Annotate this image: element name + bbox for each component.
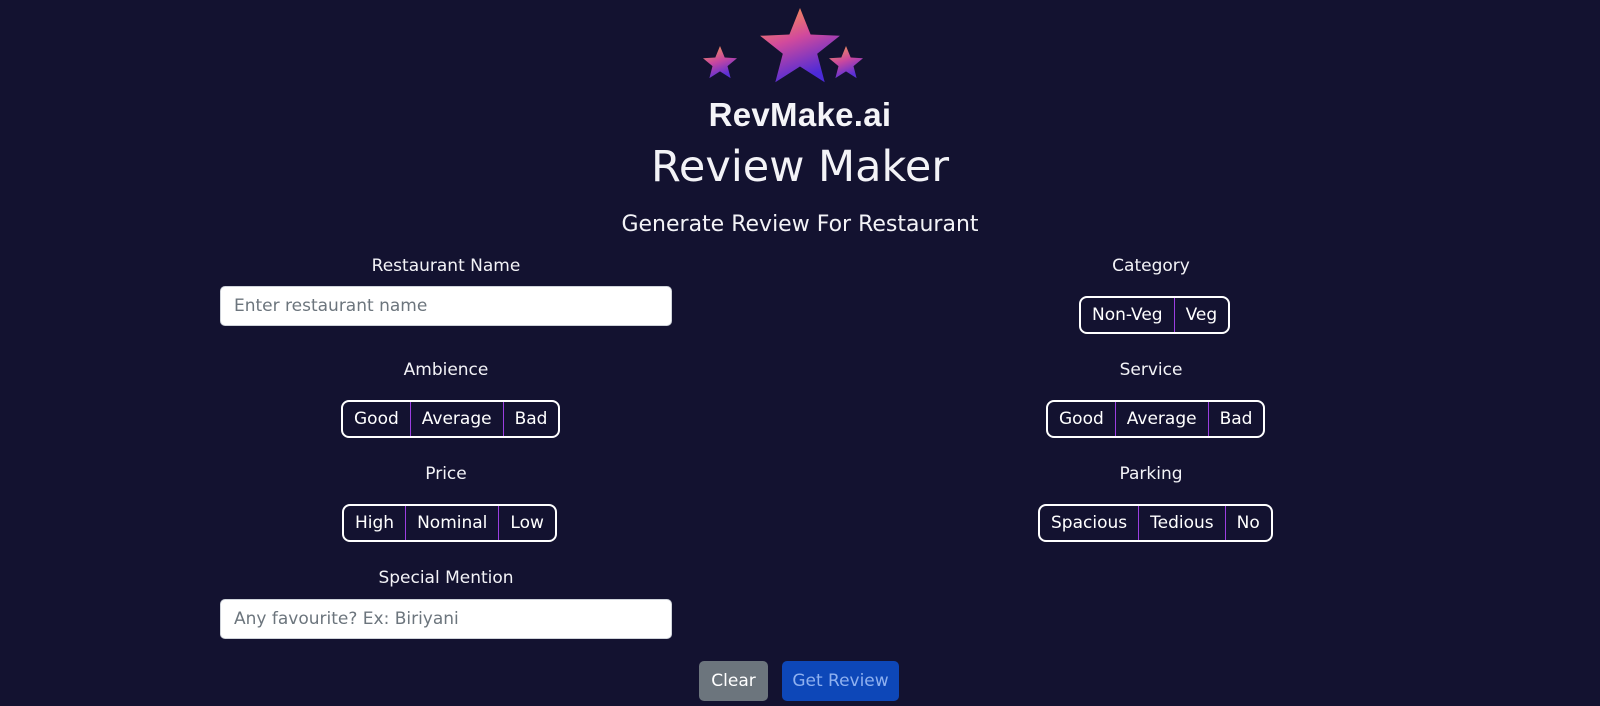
parking-label: Parking <box>1119 464 1183 484</box>
category-toggle-group: Non-Veg Veg <box>1079 296 1231 334</box>
price-option-low[interactable]: Low <box>498 506 554 540</box>
category-option-non-veg[interactable]: Non-Veg <box>1081 298 1174 332</box>
price-toggle-group: High Nominal Low <box>342 504 557 542</box>
ambience-option-average[interactable]: Average <box>409 402 503 436</box>
review-maker-page: RevMake.ai Review Maker Generate Review … <box>0 0 1600 706</box>
ambience-label: Ambience <box>403 360 489 380</box>
parking-option-spacious[interactable]: Spacious <box>1040 506 1138 540</box>
brand-name: RevMake.ai <box>708 96 892 133</box>
big-star-center <box>760 8 840 83</box>
small-star-left <box>703 46 737 79</box>
ambience-option-good[interactable]: Good <box>343 402 410 436</box>
service-option-good[interactable]: Good <box>1048 402 1115 436</box>
special-mention-label: Special Mention <box>378 568 514 588</box>
service-option-average[interactable]: Average <box>1114 402 1208 436</box>
page-title: Review Maker <box>650 142 950 192</box>
service-option-bad[interactable]: Bad <box>1207 402 1264 436</box>
clear-button[interactable]: Clear <box>699 661 768 701</box>
page-subtitle: Generate Review For Restaurant <box>621 212 979 237</box>
three-stars-icon <box>703 8 863 83</box>
brand-logo: RevMake.ai <box>700 6 900 134</box>
service-label: Service <box>1119 360 1183 380</box>
parking-option-no[interactable]: No <box>1224 506 1271 540</box>
restaurant-name-input[interactable] <box>220 286 672 326</box>
price-label: Price <box>425 464 467 484</box>
restaurant-name-label: Restaurant Name <box>371 256 521 276</box>
get-review-button[interactable]: Get Review <box>782 661 899 701</box>
parking-option-tedious[interactable]: Tedious <box>1138 506 1225 540</box>
small-star-right <box>829 46 863 79</box>
special-mention-input[interactable] <box>220 599 672 639</box>
ambience-toggle-group: Good Average Bad <box>341 400 561 438</box>
parking-toggle-group: Spacious Tedious No <box>1038 504 1273 542</box>
price-option-nominal[interactable]: Nominal <box>405 506 498 540</box>
service-toggle-group: Good Average Bad <box>1046 400 1266 438</box>
ambience-option-bad[interactable]: Bad <box>502 402 559 436</box>
price-option-high[interactable]: High <box>344 506 405 540</box>
category-label: Category <box>1112 256 1190 276</box>
category-option-veg[interactable]: Veg <box>1173 298 1229 332</box>
